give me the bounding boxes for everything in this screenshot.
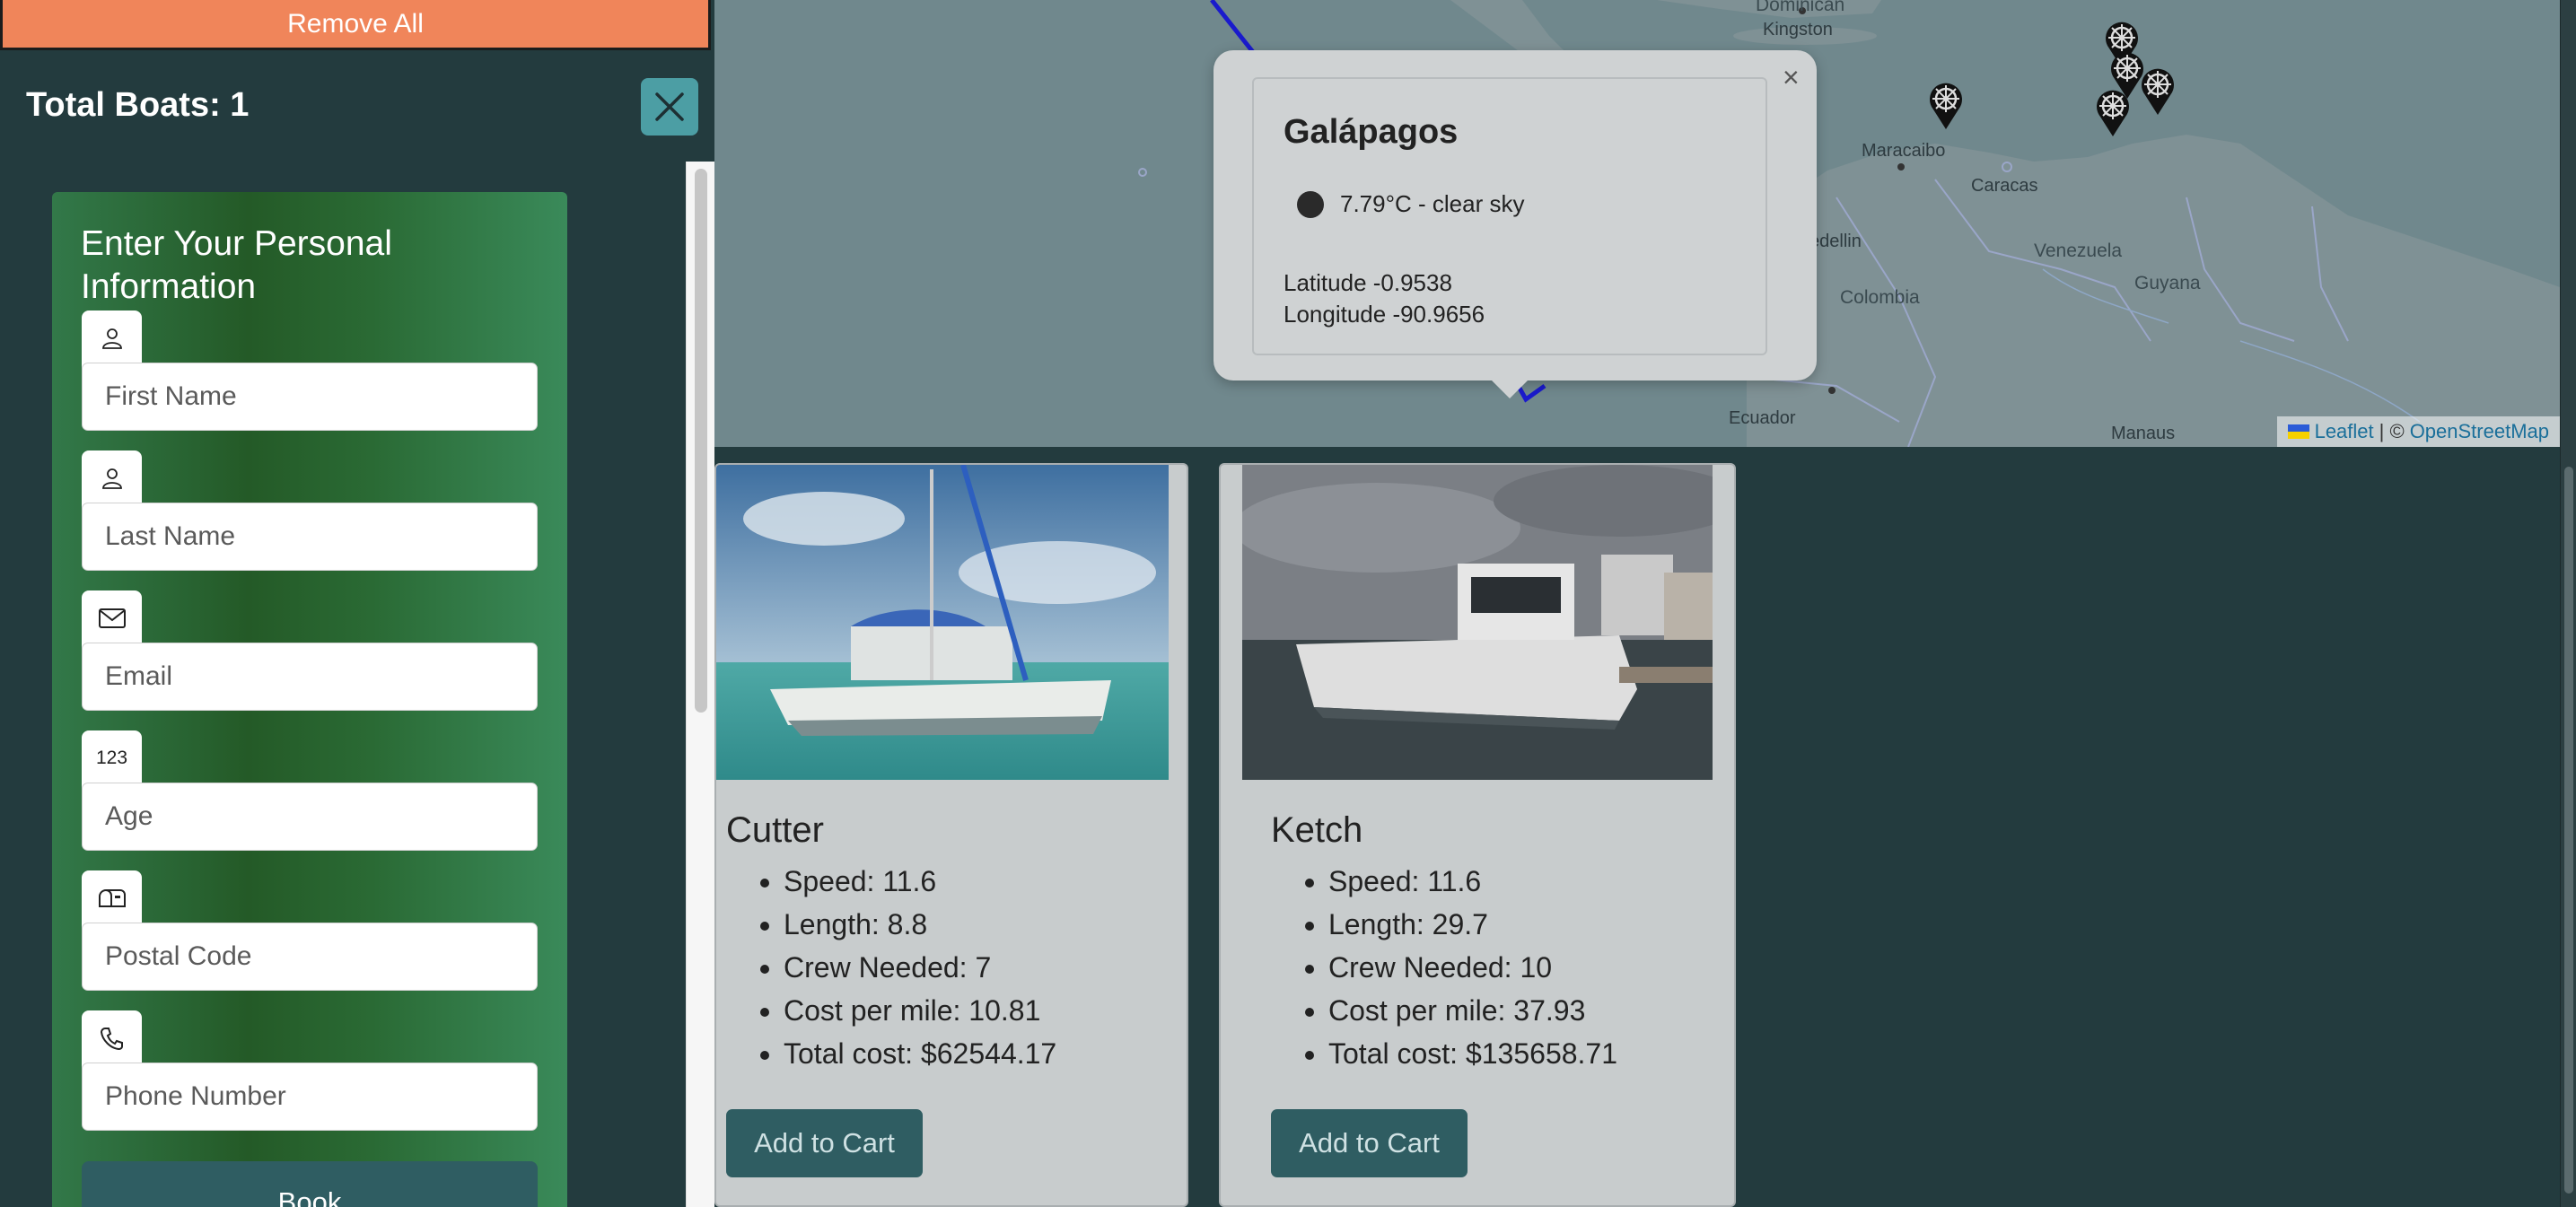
popup-content: Galápagos 7.79°C - clear sky Latitude -0…: [1252, 77, 1767, 355]
boat-specs-list: Speed: 11.6 Length: 8.8 Crew Needed: 7 C…: [784, 860, 1056, 1075]
page-scroll-thumb[interactable]: [2564, 467, 2573, 1194]
boat-name: Cutter: [726, 810, 824, 850]
boat-name: Ketch: [1271, 810, 1363, 850]
popup-title: Galápagos: [1284, 113, 1459, 151]
longitude-text: Longitude -90.9656: [1284, 301, 1485, 328]
ship-wheel-marker-icon[interactable]: [1926, 81, 1966, 131]
personal-info-form: Enter Your Personal Information 123: [52, 192, 567, 1207]
postal-code-input[interactable]: [82, 923, 538, 991]
ship-wheel-marker-icon[interactable]: [2138, 66, 2177, 117]
boat-length: Length: 8.8: [784, 903, 1056, 946]
boat-image: [716, 465, 1169, 780]
location-popup: × Galápagos 7.79°C - clear sky Latitude …: [1214, 50, 1817, 380]
boat-total-cost: Total cost: $135658.71: [1328, 1032, 1617, 1075]
boat-card: Cutter Speed: 11.6 Length: 8.8 Crew Need…: [714, 463, 1188, 1207]
boat-cost-per-mile: Cost per mile: 37.93: [1328, 989, 1617, 1032]
boat-total-cost: Total cost: $62544.17: [784, 1032, 1056, 1075]
latitude-text: Latitude -0.9538: [1284, 269, 1452, 296]
map-label-caracas: Caracas: [1971, 176, 2038, 196]
boat-speed: Speed: 11.6: [784, 860, 1056, 903]
last-name-input[interactable]: [82, 503, 538, 571]
map-label-kingston: Kingston: [1763, 20, 1833, 39]
coordinates: Latitude -0.9538 Longitude -90.9656: [1284, 267, 1485, 330]
add-to-cart-button[interactable]: Add to Cart: [726, 1109, 923, 1177]
popup-close-button[interactable]: ×: [1783, 61, 1800, 94]
map-label-colombia: Colombia: [1840, 287, 1920, 308]
total-boats-count: Total Boats: 1: [26, 86, 250, 124]
email-input[interactable]: [82, 643, 538, 711]
boat-specs-list: Speed: 11.6 Length: 29.7 Crew Needed: 10…: [1328, 860, 1617, 1075]
boat-speed: Speed: 11.6: [1328, 860, 1617, 903]
weather-row: 7.79°C - clear sky: [1297, 190, 1524, 218]
map-label-guyana: Guyana: [2134, 273, 2201, 293]
book-button[interactable]: Book: [82, 1161, 538, 1207]
map-label-medellin: edellin: [1809, 232, 1862, 251]
age-input[interactable]: [82, 783, 538, 851]
ukraine-flag-icon: [2287, 424, 2309, 439]
map-label-manaus: Manaus: [2111, 424, 2176, 443]
map-label-dominican: Dominican: [1756, 0, 1845, 15]
attribution-separator: | ©: [2379, 420, 2405, 442]
weather-icon: [1297, 190, 1324, 218]
sidebar-scroll-thumb[interactable]: [695, 169, 707, 713]
add-to-cart-button[interactable]: Add to Cart: [1271, 1109, 1468, 1177]
remove-all-button[interactable]: Remove All: [0, 0, 711, 50]
map-label-ecuador: Ecuador: [1729, 408, 1796, 428]
boat-cost-per-mile: Cost per mile: 10.81: [784, 989, 1056, 1032]
phone-number-input[interactable]: [82, 1063, 538, 1131]
close-sidebar-button[interactable]: [641, 78, 698, 136]
boat-length: Length: 29.7: [1328, 903, 1617, 946]
openstreetmap-link[interactable]: OpenStreetMap: [2410, 420, 2549, 443]
ship-wheel-marker-icon[interactable]: [2093, 88, 2133, 138]
form-title: Enter Your Personal Information: [81, 224, 392, 306]
map-label-venezuela: Venezuela: [2034, 241, 2123, 261]
boat-crew: Crew Needed: 7: [784, 946, 1056, 989]
boat-card: Ketch Speed: 11.6 Length: 29.7 Crew Need…: [1219, 463, 1736, 1207]
popup-tip: [1490, 379, 1529, 398]
page-scrollbar[interactable]: [2560, 0, 2576, 1207]
sidebar-scrollbar[interactable]: [686, 162, 714, 1207]
leaflet-link[interactable]: Leaflet: [2315, 420, 2374, 443]
weather-text: 7.79°C - clear sky: [1340, 190, 1525, 217]
map-attribution: Leaflet | © OpenStreetMap: [2276, 416, 2560, 447]
boat-image: [1242, 465, 1713, 780]
cart-sidebar: Remove All Total Boats: 1 Enter Your Per…: [0, 0, 714, 1207]
app-root: Remove All Total Boats: 1 Enter Your Per…: [0, 0, 2576, 1207]
close-icon: [655, 92, 684, 121]
boat-crew: Crew Needed: 10: [1328, 946, 1617, 989]
first-name-input[interactable]: [82, 363, 538, 431]
map-label-maracaibo: Maracaibo: [1862, 141, 1946, 161]
